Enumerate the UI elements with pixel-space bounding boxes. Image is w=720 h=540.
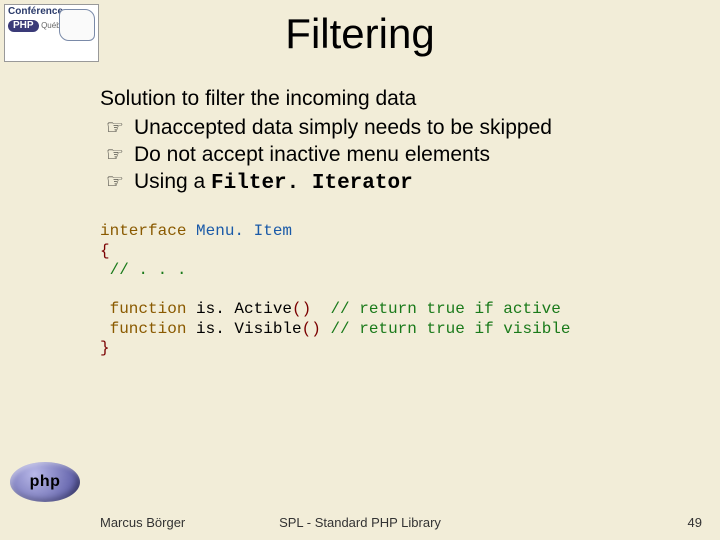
footer-page-number: 49 [688, 515, 702, 530]
bullet-item: ☞ Using a Filter. Iterator [106, 169, 690, 198]
pointing-hand-icon: ☞ [106, 143, 134, 169]
slide-title: Filtering [0, 10, 720, 58]
code-fn-name: is. Active [196, 300, 292, 318]
slide-footer: Marcus Börger SPL - Standard PHP Library… [0, 510, 720, 530]
slide: Conférence PHP Québec Filtering Solution… [0, 0, 720, 540]
bullet-item: ☞ Unaccepted data simply needs to be ski… [106, 115, 690, 142]
slide-body: Solution to filter the incoming data ☞ U… [100, 86, 690, 198]
code-parens: () [302, 320, 331, 338]
bullet-mono: Filter. Iterator [211, 172, 413, 195]
bullet-text: Unaccepted data simply needs to be skipp… [134, 115, 690, 142]
code-classname: Menu. Item [196, 222, 292, 240]
php-oval-icon: php [10, 462, 80, 502]
bullet-text: Using a Filter. Iterator [134, 169, 690, 198]
intro-text: Solution to filter the incoming data [100, 86, 690, 113]
pointing-hand-icon: ☞ [106, 116, 134, 142]
code-block: interface Menu. Item { // . . . function… [100, 222, 690, 359]
bullet-prefix: Using a [134, 170, 211, 193]
code-keyword: function [100, 320, 196, 338]
code-fn-name: is. Visible [196, 320, 302, 338]
code-keyword: function [100, 300, 196, 318]
bullet-text: Do not accept inactive menu elements [134, 142, 690, 169]
pointing-hand-icon: ☞ [106, 170, 134, 196]
footer-title: SPL - Standard PHP Library [0, 515, 720, 530]
code-comment: // return true if active [330, 300, 560, 318]
code-brace: } [100, 339, 110, 357]
php-logo-text: php [30, 473, 61, 491]
code-brace: { [100, 242, 110, 260]
php-logo: php [10, 462, 80, 502]
code-comment: // . . . [100, 261, 186, 279]
code-comment: // return true if visible [330, 320, 570, 338]
bullet-list: ☞ Unaccepted data simply needs to be ski… [100, 115, 690, 198]
code-parens: () [292, 300, 330, 318]
bullet-item: ☞ Do not accept inactive menu elements [106, 142, 690, 169]
code-keyword: interface [100, 222, 196, 240]
